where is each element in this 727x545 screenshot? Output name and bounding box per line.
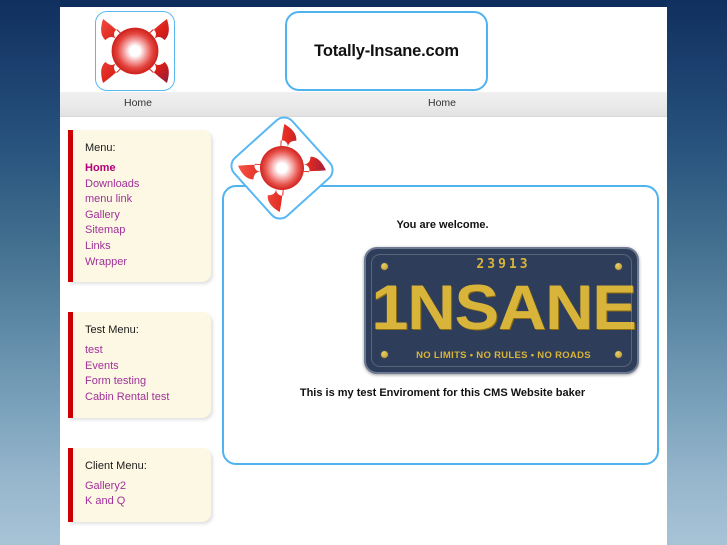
sidebar-item-k-and-q[interactable]: K and Q [85,494,203,510]
nav-link-home-1[interactable]: Home [124,97,152,109]
sidebar-item-cabin-rental-test[interactable]: Cabin Rental test [85,390,203,406]
top-navigation-bar: Home Home [60,92,667,117]
page-title: Totally-Insane.com [314,41,459,60]
sidebar-item-home[interactable]: Home [85,161,203,177]
nav-link-home-2[interactable]: Home [428,97,456,109]
sidebar-block-client-menu: Client Menu: Gallery2 K and Q [68,447,211,522]
plate-main-text: 1NSANE [371,273,637,343]
sidebar-item-links[interactable]: Links [85,239,203,255]
sidebar-item-form-testing[interactable]: Form testing [85,374,203,390]
content-logo-box [225,111,339,225]
plate-tagline: NO LIMITS • NO RULES • NO ROADS [416,350,591,361]
site-header: Totally-Insane.com [60,7,667,92]
content-caption: This is my test Enviroment for this CMS … [299,387,586,399]
sidebar-item-events[interactable]: Events [85,359,203,375]
sidebar-block-menu: Menu: Home Downloads menu link Gallery S… [68,130,211,283]
red-star-burst-icon [101,19,169,83]
sidebar-block-title: Test Menu: [85,324,139,337]
sidebar-block-title: Client Menu: [85,459,147,472]
sidebar-block-test-menu: Test Menu: test Events Form testing Cabi… [68,312,211,418]
sidebar-block-title: Menu: [85,142,116,154]
sidebar-item-sitemap[interactable]: Sitemap [85,223,203,239]
sidebar-item-gallery[interactable]: Gallery [85,208,203,224]
license-plate-image: 23913 1NSANE NO LIMITS • NO RULES • NO R… [364,247,639,374]
sidebar-item-menu-link[interactable]: menu link [85,192,203,208]
welcome-heading: You are welcome. [396,219,489,231]
site-logo[interactable] [95,11,175,91]
content-logo[interactable] [225,111,339,225]
sidebar-item-wrapper[interactable]: Wrapper [85,255,203,271]
sidebar: Menu: Home Downloads menu link Gallery S… [68,130,214,545]
red-star-burst-icon-rotated [237,123,327,213]
sidebar-item-test[interactable]: test [85,343,203,359]
main-content-box: You are welcome. 23913 1NSANE NO LIMITS … [222,185,659,465]
page-container: Totally-Insane.com Home Home Menu: Home … [60,0,667,545]
sidebar-item-gallery2[interactable]: Gallery2 [85,479,203,495]
top-accent-strip [60,0,667,7]
site-title-box: Totally-Insane.com [285,11,488,91]
sidebar-item-downloads[interactable]: Downloads [85,177,203,193]
